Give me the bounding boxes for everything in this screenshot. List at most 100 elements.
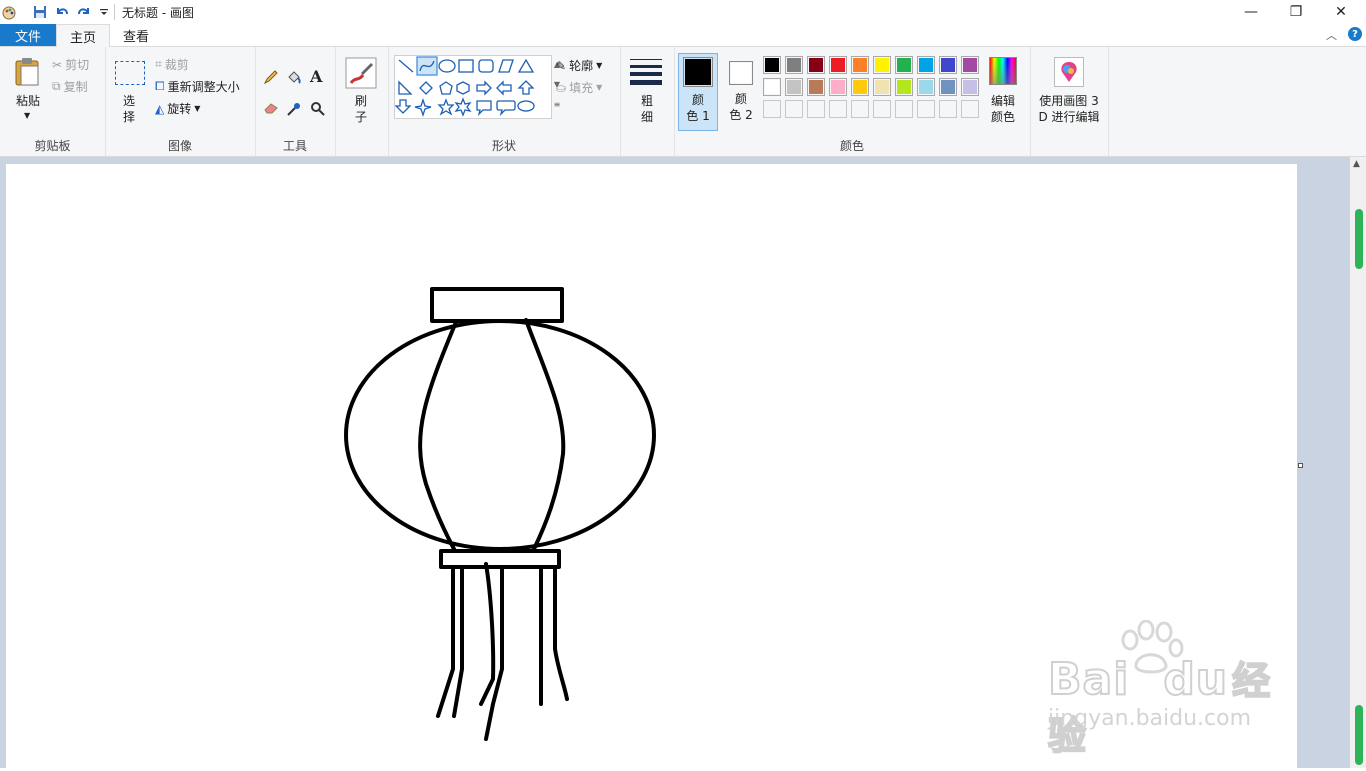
cut-button[interactable]: ✂ 剪切 — [52, 56, 89, 73]
redo-icon[interactable] — [75, 3, 93, 21]
palette-swatch[interactable] — [917, 78, 935, 96]
eraser-icon[interactable] — [263, 101, 279, 115]
palette-swatch[interactable] — [851, 78, 869, 96]
palette-swatch[interactable] — [961, 56, 979, 74]
palette-swatch[interactable] — [829, 78, 847, 96]
palette-swatch[interactable] — [939, 78, 957, 96]
copy-button[interactable]: ⧉ 复制 — [52, 78, 88, 95]
undo-icon[interactable] — [53, 3, 71, 21]
lantern-top-cap — [430, 287, 564, 323]
palette-swatch[interactable] — [851, 56, 869, 74]
magnifier-icon[interactable] — [310, 101, 326, 117]
scroll-up-icon[interactable]: ▲ — [1353, 159, 1360, 169]
select-button[interactable]: 选 择 — [111, 55, 147, 131]
palette-swatch[interactable] — [961, 100, 979, 118]
help-icon[interactable]: ? — [1348, 27, 1362, 41]
edit-colors-button[interactable]: 编辑 颜色 — [984, 55, 1022, 131]
tassel-3 — [479, 562, 496, 706]
fill-label: 填充 — [569, 81, 594, 95]
palette-swatch[interactable] — [785, 100, 803, 118]
palette-swatch[interactable] — [961, 78, 979, 96]
rounded-rect-shape-icon — [478, 59, 494, 73]
palette-swatch[interactable] — [829, 56, 847, 74]
tab-view[interactable]: 查看 — [110, 24, 162, 46]
oval-shape-icon — [438, 59, 456, 73]
tools-group-label: 工具 — [282, 139, 307, 153]
color2-button[interactable]: 颜 色 2 — [722, 53, 760, 131]
size-group: 粗 细 — [620, 47, 675, 156]
palette-swatch[interactable] — [785, 78, 803, 96]
right-triangle-shape-icon — [398, 80, 413, 95]
pencil-icon[interactable] — [263, 69, 279, 85]
palette-swatch[interactable] — [807, 78, 825, 96]
color1-label-1: 颜 — [691, 93, 704, 107]
color1-swatch — [683, 57, 713, 87]
paint-app-icon[interactable] — [0, 3, 18, 21]
shapes-gallery[interactable] — [394, 55, 552, 119]
palette-swatch[interactable] — [873, 78, 891, 96]
palette-swatch[interactable] — [763, 56, 781, 74]
color2-label-2: 色 2 — [729, 108, 753, 122]
canvas-resize-handle-right[interactable] — [1298, 463, 1303, 468]
paste-icon — [15, 58, 39, 86]
palette-swatch[interactable] — [829, 100, 847, 118]
tools-group: A 工具 — [255, 47, 336, 156]
palette-swatch[interactable] — [917, 56, 935, 74]
palette-swatch[interactable] — [807, 100, 825, 118]
palette-swatch[interactable] — [895, 78, 913, 96]
collapse-ribbon-icon[interactable]: ︿ — [1326, 27, 1337, 43]
up-arrow-shape-icon — [517, 80, 535, 95]
outline-button[interactable]: ✎ 轮廓 ▼ — [556, 57, 602, 74]
color1-button[interactable]: 颜 色 1 — [678, 53, 718, 131]
crop-button[interactable]: ⌗ 裁剪 — [155, 56, 189, 73]
palette-swatch[interactable] — [785, 56, 803, 74]
crop-icon: ⌗ — [155, 57, 162, 71]
customize-quick-access-icon[interactable] — [95, 3, 113, 21]
brushes-button[interactable]: 刷 子 — [341, 55, 381, 131]
close-button[interactable]: ✕ — [1318, 0, 1364, 24]
six-point-star-icon — [454, 97, 472, 117]
paste-button[interactable]: 粘贴 ▼ — [8, 51, 48, 131]
palette-swatch[interactable] — [939, 100, 957, 118]
fill-dropdown-icon: ▼ — [596, 83, 603, 92]
outline-dropdown-icon: ▼ — [596, 61, 603, 70]
color1-label-2: 色 1 — [686, 109, 710, 123]
outline-icon: ✎ — [556, 58, 567, 73]
hexagon-shape-icon — [456, 81, 470, 95]
size-button[interactable]: 粗 细 — [628, 55, 666, 131]
size-line-medium-icon — [630, 65, 662, 68]
palette-swatch[interactable] — [873, 100, 891, 118]
oval-callout-icon — [517, 100, 535, 112]
rotate-button[interactable]: ◭ 旋转 ▼ — [155, 100, 200, 117]
fill-button[interactable]: ⛀ 填充 ▼ — [556, 79, 602, 96]
color-picker-icon[interactable] — [286, 101, 302, 117]
palette-swatch[interactable] — [895, 100, 913, 118]
maximize-button[interactable]: ❐ — [1273, 0, 1319, 24]
rect-callout-icon — [476, 100, 492, 117]
rounded-callout-icon — [496, 100, 516, 117]
tab-home[interactable]: 主页 — [56, 24, 110, 48]
text-tool-icon[interactable]: A — [310, 67, 322, 86]
vertical-scrollbar[interactable]: ▲ — [1350, 157, 1366, 768]
palette-swatch[interactable] — [873, 56, 891, 74]
edit-with-paint3d-button[interactable]: 使用画图 3 D 进行编辑 — [1032, 55, 1106, 131]
fill-bucket-icon[interactable] — [286, 69, 302, 85]
edit-colors-label-2: 颜色 — [990, 110, 1015, 124]
palette-swatch[interactable] — [939, 56, 957, 74]
tab-file[interactable]: 文件 — [0, 24, 56, 46]
scrollbar-thumb[interactable] — [1355, 209, 1363, 269]
palette-swatch[interactable] — [851, 100, 869, 118]
minimize-button[interactable]: — — [1228, 0, 1274, 24]
palette-swatch[interactable] — [763, 100, 781, 118]
palette-swatch[interactable] — [917, 100, 935, 118]
palette-swatch[interactable] — [763, 78, 781, 96]
palette-swatch[interactable] — [895, 56, 913, 74]
save-icon[interactable] — [31, 3, 49, 21]
scrollbar-thumb-lower[interactable] — [1355, 705, 1363, 765]
edit-colors-icon — [989, 57, 1017, 85]
diamond-shape-icon — [419, 81, 433, 95]
rotate-label: 旋转 — [167, 102, 192, 116]
resize-button[interactable]: ⧠ 重新调整大小 — [155, 78, 240, 95]
palette-swatch[interactable] — [807, 56, 825, 74]
colors-group-label: 颜色 — [839, 139, 864, 153]
